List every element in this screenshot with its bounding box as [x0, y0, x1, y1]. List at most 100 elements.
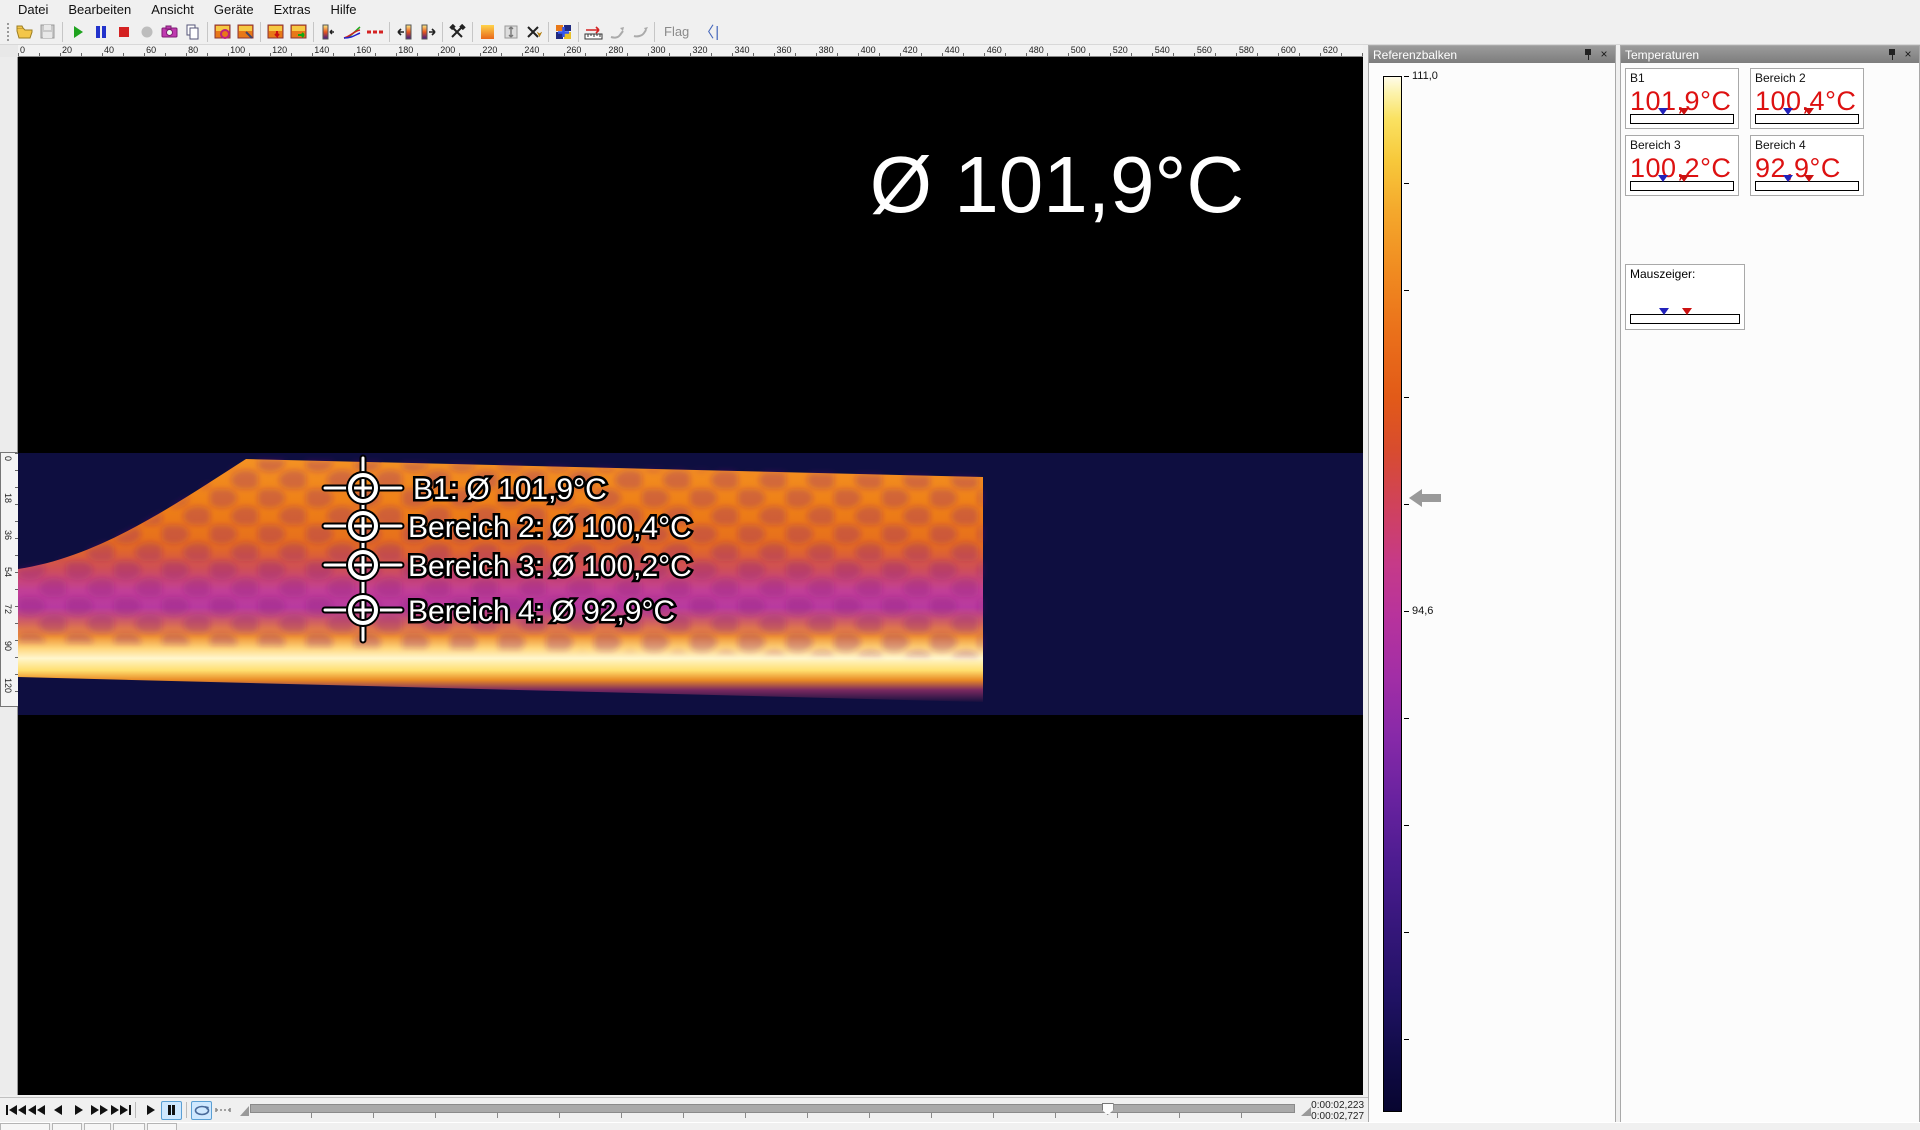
ruler-tick-label: 600 [1281, 45, 1296, 55]
step-forward-button[interactable] [68, 1101, 89, 1120]
play-button[interactable] [66, 21, 89, 43]
max-marker-icon [1804, 108, 1814, 115]
colorbar-ticks [1404, 76, 1409, 1112]
tile-range-bar [1630, 114, 1734, 124]
toolbar-grip[interactable] [5, 23, 10, 41]
min-marker-icon [1659, 308, 1669, 315]
ruler-tick-label: 340 [735, 45, 750, 55]
palette-shift-right-button[interactable] [416, 21, 439, 43]
goto-end-button[interactable] [110, 1101, 131, 1120]
palette-select-button[interactable] [317, 21, 340, 43]
panel-title: Referenzbalken [1373, 48, 1579, 62]
fast-rewind-button[interactable] [26, 1101, 47, 1120]
ruler-tick-label: 100 [230, 45, 245, 55]
image-save-button[interactable] [264, 21, 287, 43]
ruler-tick-label: 540 [1155, 45, 1170, 55]
ruler-tick-label: 400 [861, 45, 876, 55]
ruler-tick-label: 240 [524, 45, 539, 55]
copy-button[interactable] [181, 21, 204, 43]
temperature-tile[interactable]: B1 101,9°C [1625, 68, 1739, 129]
ruler-tick-label: 0 [20, 45, 25, 55]
timeline-end-marker [1301, 1107, 1311, 1116]
ruler-corner [0, 45, 18, 57]
hand-grab-button[interactable] [605, 21, 628, 43]
temperature-tile[interactable]: Bereich 3 100,2°C [1625, 135, 1739, 196]
layout-grid-button[interactable] [552, 21, 575, 43]
temperature-tile[interactable]: Bereich 2 100,4°C [1750, 68, 1864, 129]
record-button[interactable] [135, 21, 158, 43]
ruler-tick-label: 36 [3, 530, 13, 550]
close-icon[interactable]: × [1901, 48, 1915, 61]
menu-item[interactable]: Extras [264, 0, 321, 19]
auto-range-button[interactable] [499, 21, 522, 43]
ruler-tick-label: 440 [945, 45, 960, 55]
timeline-track[interactable] [250, 1104, 1295, 1113]
menu-item[interactable]: Geräte [204, 0, 264, 19]
menu-item[interactable]: Hilfe [320, 0, 366, 19]
marker-label-bereich3: Bereich 3: Ø 100,2°C [408, 550, 692, 583]
min-marker-icon [1783, 108, 1793, 115]
profile-curves-button[interactable] [340, 21, 363, 43]
settings-tools-button[interactable] [522, 21, 545, 43]
measure-line-button[interactable] [363, 21, 386, 43]
loop-button[interactable] [191, 1101, 212, 1120]
ruler-tick-label: 300 [650, 45, 665, 55]
left-ruler: 01836547290120 [0, 57, 18, 1095]
menu-item[interactable]: Bearbeiten [58, 0, 141, 19]
ruler-tick-label: 54 [3, 567, 13, 587]
timeline[interactable] [250, 1103, 1295, 1118]
tile-range-bar [1630, 314, 1740, 324]
goto-start-button[interactable] [5, 1101, 26, 1120]
thermal-image-area[interactable]: Ø 101,9°C B1: Ø 101,9°C Bereich 2: Ø 100… [18, 57, 1363, 1095]
average-temperature-readout: Ø 101,9°C [870, 140, 1244, 229]
close-icon[interactable]: × [1597, 48, 1611, 61]
tile-label: Bereich 3 [1630, 138, 1734, 152]
temperature-tile[interactable]: Bereich 4 92,9°C [1750, 135, 1864, 196]
image-copy-button[interactable] [234, 21, 257, 43]
image-zoom-button[interactable] [211, 21, 234, 43]
step-back-button[interactable] [47, 1101, 68, 1120]
hand-release-button[interactable] [628, 21, 651, 43]
play-button[interactable] [140, 1101, 161, 1120]
ruler-tick-label: 520 [1113, 45, 1128, 55]
mouse-pointer-tile[interactable]: Mauszeiger: [1625, 264, 1745, 330]
tile-range-bar [1755, 114, 1859, 124]
temperatures-header[interactable]: Temperaturen × [1621, 46, 1919, 63]
ruler-tick-label: 320 [692, 45, 707, 55]
pause-button[interactable] [161, 1101, 182, 1120]
reference-bar-header[interactable]: Referenzbalken × [1369, 46, 1615, 63]
ruler-tick-label: 560 [1197, 45, 1212, 55]
menu-item[interactable]: Ansicht [141, 0, 204, 19]
save-button[interactable] [36, 21, 59, 43]
temperature-range-button[interactable] [476, 21, 499, 43]
playback-bar: 0:00:02,223 0:00:02,727 [0, 1097, 1368, 1122]
reference-colorbar[interactable] [1383, 76, 1402, 1112]
tile-label: Mauszeiger: [1630, 267, 1740, 281]
flag-brace-icon: 〈| [695, 21, 724, 42]
marker-label-bereich2: Bereich 2: Ø 100,4°C [408, 511, 692, 544]
pin-icon[interactable] [1581, 48, 1595, 61]
ruler-tick-label: 420 [903, 45, 918, 55]
frame-interval-button[interactable] [212, 1101, 233, 1120]
pause-button[interactable] [89, 21, 112, 43]
ruler-tick-label: 280 [608, 45, 623, 55]
ruler-tick-label: 260 [566, 45, 581, 55]
open-file-button[interactable] [13, 21, 36, 43]
pin-icon[interactable] [1885, 48, 1899, 61]
menu-item[interactable]: Datei [8, 0, 58, 19]
flag-button[interactable]: Flag [658, 24, 695, 39]
timestamps: 0:00:02,223 0:00:02,727 [1311, 1098, 1364, 1123]
snapshot-camera-button[interactable] [158, 21, 181, 43]
image-export-button[interactable] [287, 21, 310, 43]
fast-forward-button[interactable] [89, 1101, 110, 1120]
tile-label: Bereich 4 [1755, 138, 1859, 152]
ruler-measure-button[interactable] [582, 21, 605, 43]
stop-button[interactable] [112, 21, 135, 43]
min-marker-icon [1783, 175, 1793, 182]
time-current: 0:00:02,223 [1311, 1100, 1364, 1111]
colorbar-level-arrow-icon[interactable] [1409, 489, 1441, 507]
tools-button[interactable] [446, 21, 469, 43]
palette-shift-left-button[interactable] [393, 21, 416, 43]
ruler-tick-label: 18 [3, 493, 13, 513]
marker-label-b1: B1: Ø 101,9°C [413, 473, 607, 506]
